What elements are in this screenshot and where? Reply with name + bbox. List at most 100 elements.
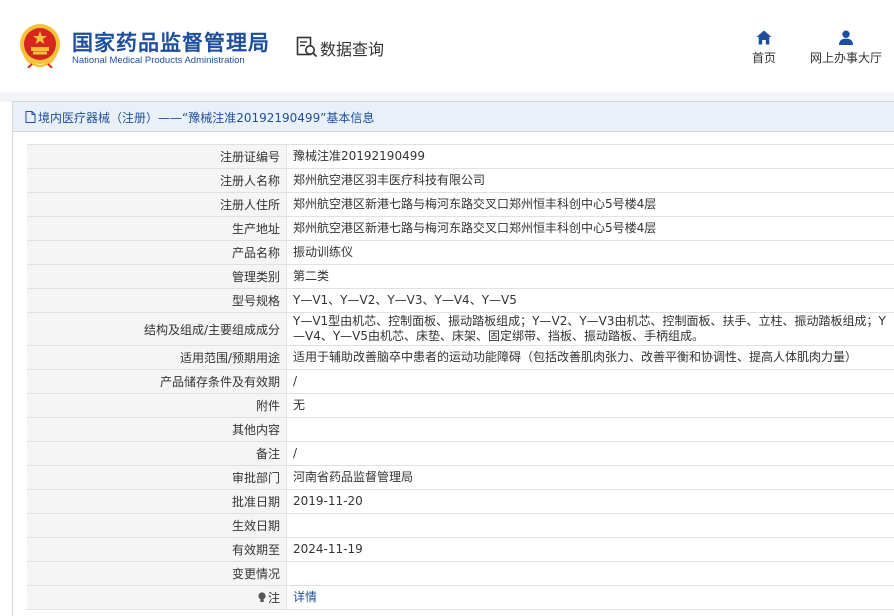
table-row: 结构及组成/主要组成成分 Y—V1型由机芯、控制面板、振动踏板组成；Y—V2、Y—… <box>27 312 894 346</box>
field-label: 生效日期 <box>231 519 280 533</box>
field-label: 注 <box>267 591 280 605</box>
field-label: 备注 <box>255 447 280 461</box>
field-label-cell: 审批部门 <box>27 465 287 490</box>
table-row: 备注 / <box>27 441 894 466</box>
field-label-cell: 产品名称 <box>27 240 287 265</box>
field-value: 第二类 <box>293 269 330 283</box>
field-value-cell: Y—V1型由机芯、控制面板、振动踏板组成；Y—V2、Y—V3由机芯、控制面板、扶… <box>286 312 894 346</box>
field-value: 振动训练仪 <box>293 245 354 259</box>
field-label-cell: 适用范围/预期用途 <box>27 345 287 370</box>
field-value: / <box>293 446 298 460</box>
field-value-cell: 2019-11-20 <box>286 489 894 514</box>
data-query-icon <box>296 36 318 58</box>
field-label: 变更情况 <box>231 567 280 581</box>
table-row: 型号规格 Y—V1、Y—V2、Y—V3、Y—V4、Y—V5 <box>27 288 894 313</box>
field-label-cell: 注册人名称 <box>27 168 287 193</box>
field-value: 适用于辅助改善脑卒中患者的运动功能障碍（包括改善肌肉张力、改善平衡和协调性、提高… <box>293 350 858 364</box>
national-emblem-icon <box>20 24 60 68</box>
field-value: Y—V1、Y—V2、Y—V3、Y—V4、Y—V5 <box>293 293 517 307</box>
field-value: Y—V1型由机芯、控制面板、振动踏板组成；Y—V2、Y—V3由机芯、控制面板、扶… <box>293 314 886 343</box>
nav-online-hall-button[interactable]: 网上办事大厅 <box>806 30 886 66</box>
field-label-cell: 其他内容 <box>27 417 287 442</box>
field-value-cell: / <box>286 369 894 394</box>
field-value-cell: 振动训练仪 <box>286 240 894 265</box>
table-row: 产品储存条件及有效期 / <box>27 369 894 394</box>
field-value-cell: 郑州航空港区羽丰医疗科技有限公司 <box>286 168 894 193</box>
field-label: 注册人名称 <box>219 174 280 188</box>
field-value-cell: 河南省药品监督管理局 <box>286 465 894 490</box>
field-label-cell: 注 <box>27 585 287 610</box>
table-row: 有效期至 2024-11-19 <box>27 537 894 562</box>
table-row: 其他内容 <box>27 417 894 442</box>
field-label-cell: 生产地址 <box>27 216 287 241</box>
field-label: 有效期至 <box>231 543 280 557</box>
field-label-cell: 批准日期 <box>27 489 287 514</box>
document-icon <box>25 111 36 123</box>
field-label-cell: 备注 <box>27 441 287 466</box>
field-label-cell: 产品储存条件及有效期 <box>27 369 287 394</box>
field-label: 附件 <box>255 399 280 413</box>
field-value: 无 <box>293 398 306 412</box>
field-label: 注册证编号 <box>219 150 280 164</box>
table-row: 适用范围/预期用途 适用于辅助改善脑卒中患者的运动功能障碍（包括改善肌肉张力、改善… <box>27 345 894 370</box>
field-label-cell: 附件 <box>27 393 287 418</box>
panel-title: 境内医疗器械（注册）——“豫械注准20192190499”基本信息 <box>38 111 375 125</box>
nav-online-hall-label: 网上办事大厅 <box>809 51 882 65</box>
field-value-cell: 第二类 <box>286 264 894 289</box>
registration-info-table: 注册证编号 豫械注准20192190499 注册人名称 郑州航空港区羽丰医疗科技有限公… <box>27 144 894 610</box>
field-value-cell: / <box>286 441 894 466</box>
field-value-cell: Y—V1、Y—V2、Y—V3、Y—V4、Y—V5 <box>286 288 894 313</box>
table-row: 变更情况 <box>27 561 894 586</box>
bulb-icon <box>258 592 266 602</box>
field-label-cell: 生效日期 <box>27 513 287 538</box>
detail-panel: 境内医疗器械（注册）——“豫械注准20192190499”基本信息 注册证编号豫… <box>12 101 894 616</box>
field-label: 生产地址 <box>231 222 280 236</box>
field-label: 适用范围/预期用途 <box>179 351 280 365</box>
table-row: 注册人住所 郑州航空港区新港七路与梅河东路交叉口郑州恒丰科创中心5号楼4层 <box>27 192 894 217</box>
field-value-cell: 2024-11-19 <box>286 537 894 562</box>
table-row: 批准日期 2019-11-20 <box>27 489 894 514</box>
field-value: 2019-11-20 <box>293 494 363 508</box>
table-row: 产品名称 振动训练仪 <box>27 240 894 265</box>
user-icon <box>839 30 853 45</box>
field-value: / <box>293 374 298 388</box>
field-label: 产品名称 <box>231 246 280 260</box>
field-value-cell: 郑州航空港区新港七路与梅河东路交叉口郑州恒丰科创中心5号楼4层 <box>286 192 894 217</box>
field-value: 2024-11-19 <box>293 542 363 556</box>
field-label: 产品储存条件及有效期 <box>159 375 280 389</box>
field-value-cell <box>286 417 894 442</box>
table-row: 审批部门 河南省药品监督管理局 <box>27 465 894 490</box>
panel-title-bar: 境内医疗器械（注册）——“豫械注准20192190499”基本信息 <box>13 102 894 132</box>
field-value-cell <box>286 561 894 586</box>
field-label: 审批部门 <box>231 471 280 485</box>
org-name-en: National Medical Products Administration <box>72 55 245 66</box>
nav-home-label: 首页 <box>751 51 776 65</box>
nav-home-button[interactable]: 首页 <box>748 30 780 66</box>
field-value: 郑州航空港区新港七路与梅河东路交叉口郑州恒丰科创中心5号楼4层 <box>293 221 657 235</box>
table-row: 管理类别 第二类 <box>27 264 894 289</box>
field-label-cell: 有效期至 <box>27 537 287 562</box>
field-value-cell: 郑州航空港区新港七路与梅河东路交叉口郑州恒丰科创中心5号楼4层 <box>286 216 894 241</box>
table-row: 注册人名称 郑州航空港区羽丰医疗科技有限公司 <box>27 168 894 193</box>
field-label: 其他内容 <box>231 423 280 437</box>
site-header: 国家药品监督管理局 National Medical Products Admi… <box>0 0 894 92</box>
field-value-cell: 无 <box>286 393 894 418</box>
field-label-cell: 变更情况 <box>27 561 287 586</box>
field-label: 结构及组成/主要组成成分 <box>143 322 280 337</box>
org-name-cn: 国家药品监督管理局 <box>72 31 270 55</box>
field-value: 郑州航空港区新港七路与梅河东路交叉口郑州恒丰科创中心5号楼4层 <box>293 197 657 211</box>
field-value-cell: 豫械注准20192190499 <box>286 144 894 169</box>
table-row: 生产地址 郑州航空港区新港七路与梅河东路交叉口郑州恒丰科创中心5号楼4层 <box>27 216 894 241</box>
field-value: 豫械注准20192190499 <box>293 149 425 163</box>
field-label-cell: 结构及组成/主要组成成分 <box>27 312 287 346</box>
field-label-cell: 注册证编号 <box>27 144 287 169</box>
table-row: 注册证编号 豫械注准20192190499 <box>27 144 894 169</box>
field-label-cell: 管理类别 <box>27 264 287 289</box>
field-value-cell: 适用于辅助改善脑卒中患者的运动功能障碍（包括改善肌肉张力、改善平衡和协调性、提高… <box>286 345 894 370</box>
field-value-cell: 详情 <box>286 585 894 610</box>
table-row: 注详情 <box>27 585 894 610</box>
field-value: 河南省药品监督管理局 <box>293 470 414 484</box>
detail-link[interactable]: 详情 <box>293 590 317 604</box>
table-row: 生效日期 <box>27 513 894 538</box>
section-title: 数据查询 <box>320 40 385 59</box>
